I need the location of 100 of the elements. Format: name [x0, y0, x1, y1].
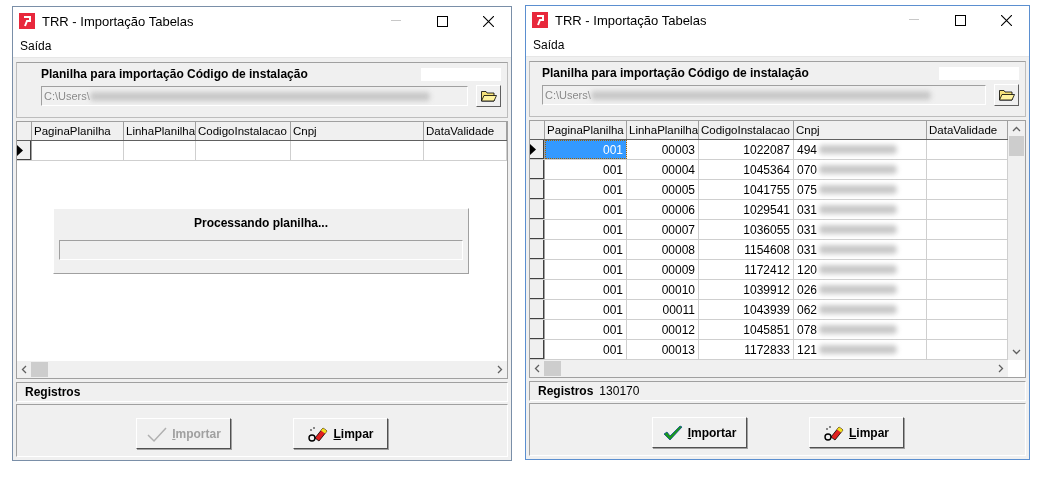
scroll-right-icon[interactable]: [497, 365, 503, 374]
table-cell: 00006: [627, 200, 699, 219]
table-cell: 001: [545, 340, 627, 359]
table-cell: 1022087: [699, 140, 794, 159]
scroll-thumb[interactable]: [1009, 136, 1024, 156]
column-header[interactable]: PaginaPlanilha: [545, 121, 627, 139]
menu-item[interactable]: Saída: [532, 38, 566, 52]
file-label: Planilha para importação Código de instalação: [41, 67, 308, 81]
table-cell: 00007: [627, 220, 699, 239]
cell-text: 031: [797, 222, 818, 237]
current-row-icon: [530, 144, 536, 155]
close-icon[interactable]: [482, 15, 494, 27]
cell-text: 031: [797, 202, 818, 217]
column-header[interactable]: LinhaPlanilha: [124, 122, 196, 140]
status-label: Registros: [25, 385, 81, 399]
table-cell: 001: [545, 260, 627, 279]
table-cell: 001: [545, 220, 627, 239]
table-cell: 00010: [627, 280, 699, 299]
folder-icon: [998, 89, 1015, 101]
eraser-icon: [307, 424, 330, 443]
window-title: TRR - Importação Tabelas: [42, 13, 195, 29]
record-count: 130170: [599, 384, 640, 398]
browse-button[interactable]: [476, 85, 501, 107]
column-header[interactable]: Cnpj: [291, 122, 424, 140]
scroll-up-icon[interactable]: [1012, 126, 1021, 132]
row-indicator[interactable]: [530, 180, 545, 199]
scroll-thumb[interactable]: [544, 361, 561, 376]
cell-text: 078: [797, 322, 818, 337]
table-cell: 1045851: [699, 320, 794, 339]
column-header[interactable]: DataValidade: [424, 122, 507, 140]
table-cell: 001: [545, 160, 627, 179]
row-indicator[interactable]: [530, 300, 545, 319]
row-indicator[interactable]: [530, 240, 545, 259]
table-cell: 1036055: [699, 220, 794, 239]
table-cell: 00005: [627, 180, 699, 199]
table-cell: 00009: [627, 260, 699, 279]
cell-text: 062: [797, 302, 818, 317]
scroll-left-icon[interactable]: [534, 364, 540, 373]
table-cell: 00008: [627, 240, 699, 259]
row-indicator[interactable]: [530, 320, 545, 339]
table-cell: 1172833: [699, 340, 794, 359]
clear-button[interactable]: Limpar: [293, 418, 388, 449]
row-indicator[interactable]: [530, 200, 545, 219]
table-cell: 00013: [627, 340, 699, 359]
app-logo-icon: [19, 13, 35, 29]
row-indicator[interactable]: [530, 340, 545, 359]
table-cell: 001: [545, 180, 627, 199]
table-cell: 00004: [627, 160, 699, 179]
cell-text: 075: [797, 182, 818, 197]
close-icon[interactable]: [1000, 14, 1012, 26]
scroll-left-icon[interactable]: [21, 365, 27, 374]
maximize-icon[interactable]: [436, 15, 448, 27]
horizontal-scrollbar[interactable]: [17, 361, 507, 378]
row-indicator[interactable]: [17, 141, 32, 160]
vertical-scrollbar[interactable]: [1008, 121, 1025, 360]
status-label: Registros: [538, 384, 594, 398]
row-indicator[interactable]: [530, 140, 545, 159]
eraser-icon: [823, 423, 845, 442]
table-cell: 00003: [627, 140, 699, 159]
column-header[interactable]: CodigoInstalacao: [699, 121, 794, 139]
cell-text: 494: [797, 142, 818, 157]
cell-text: 120: [797, 262, 818, 277]
scroll-right-icon[interactable]: [998, 364, 1004, 373]
row-indicator[interactable]: [530, 280, 545, 299]
column-header[interactable]: Cnpj: [794, 121, 927, 139]
folder-icon: [480, 90, 497, 102]
column-header[interactable]: LinhaPlanilha: [627, 121, 699, 139]
table-cell: 001: [545, 240, 627, 259]
scroll-thumb[interactable]: [31, 362, 48, 377]
table-cell: 00012: [627, 320, 699, 339]
table-cell: 1029541: [699, 200, 794, 219]
table-cell: 1043939: [699, 300, 794, 319]
horizontal-scrollbar[interactable]: [530, 360, 1008, 377]
row-indicator[interactable]: [530, 160, 545, 179]
clear-button[interactable]: Limpar: [808, 417, 904, 448]
column-header[interactable]: PaginaPlanilha: [32, 122, 124, 140]
table-cell: 001: [545, 320, 627, 339]
table-cell: 1039912: [699, 280, 794, 299]
scroll-down-icon[interactable]: [1012, 349, 1021, 355]
file-label: Planilha para importação Código de instalação: [542, 66, 809, 80]
cell-text: 121: [797, 342, 818, 357]
cell-text: 026: [797, 282, 818, 297]
progress-message: Processando planilha...: [193, 216, 328, 230]
table-cell: 1154608: [699, 240, 794, 259]
table-cell: 1045364: [699, 160, 794, 179]
table-cell: 001: [545, 200, 627, 219]
row-indicator[interactable]: [530, 220, 545, 239]
column-header[interactable]: CodigoInstalacao: [196, 122, 291, 140]
table-cell: 001: [545, 280, 627, 299]
row-indicator[interactable]: [530, 260, 545, 279]
maximize-icon[interactable]: [954, 14, 966, 26]
cell-text: 070: [797, 162, 818, 177]
menu-item[interactable]: Saída: [19, 39, 53, 53]
browse-button[interactable]: [994, 84, 1019, 106]
window-title: TRR - Importação Tabelas: [555, 12, 708, 28]
import-button[interactable]: Importar: [651, 417, 747, 448]
table-cell: 1172412: [699, 260, 794, 279]
table-cell: 001: [545, 300, 627, 319]
table-cell: 1041755: [699, 180, 794, 199]
app-logo-icon: [532, 12, 548, 28]
